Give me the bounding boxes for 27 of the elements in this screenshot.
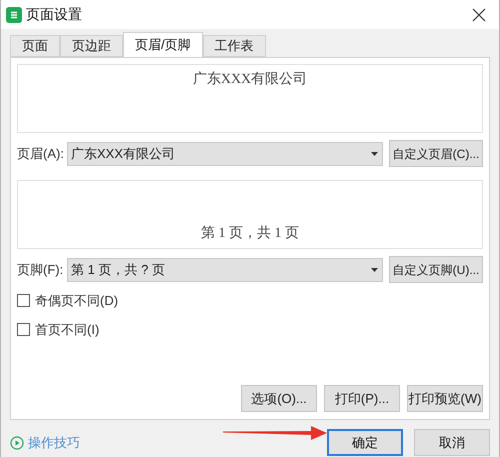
- header-preview-text: 广东XXX有限公司: [192, 70, 308, 89]
- panel-button[interactable]: 打印预览(W): [407, 385, 483, 412]
- close-icon[interactable]: [472, 8, 486, 22]
- custom-footer-button[interactable]: 自定义页脚(U)...: [389, 256, 483, 283]
- tab[interactable]: 工作表: [202, 35, 266, 57]
- header-dropdown[interactable]: 广东XXX有限公司: [67, 142, 383, 166]
- checkbox-label: 首页不同(I): [35, 320, 100, 339]
- dialog-button[interactable]: 取消: [414, 429, 490, 456]
- tab[interactable]: 页面: [10, 35, 60, 57]
- dialog-button[interactable]: 确定: [327, 429, 403, 456]
- tab[interactable]: 页边距: [60, 35, 123, 57]
- app-logo-icon: [6, 6, 22, 22]
- checkbox[interactable]: [17, 294, 30, 308]
- window-title: 页面设置: [26, 5, 83, 24]
- field-label: 页眉(A):: [17, 144, 61, 163]
- play-circle-icon: [10, 436, 24, 450]
- checkbox[interactable]: [17, 322, 30, 336]
- footer-preview-text: 第 1 页，共 1 页: [201, 224, 299, 243]
- tab[interactable]: 页眉/页脚: [123, 32, 203, 57]
- dropdown-caret-icon: [371, 268, 378, 272]
- footer-dropdown[interactable]: 第 1 页，共 ? 页: [67, 258, 383, 282]
- checkbox-label: 奇偶页不同(D): [35, 292, 118, 310]
- field-label: 页脚(F):: [17, 260, 61, 279]
- dropdown-caret-icon: [371, 152, 378, 156]
- custom-header-button[interactable]: 自定义页眉(C)...: [389, 140, 483, 167]
- panel-button[interactable]: 打印(P)...: [324, 385, 400, 412]
- panel-button[interactable]: 选项(O)...: [241, 385, 317, 412]
